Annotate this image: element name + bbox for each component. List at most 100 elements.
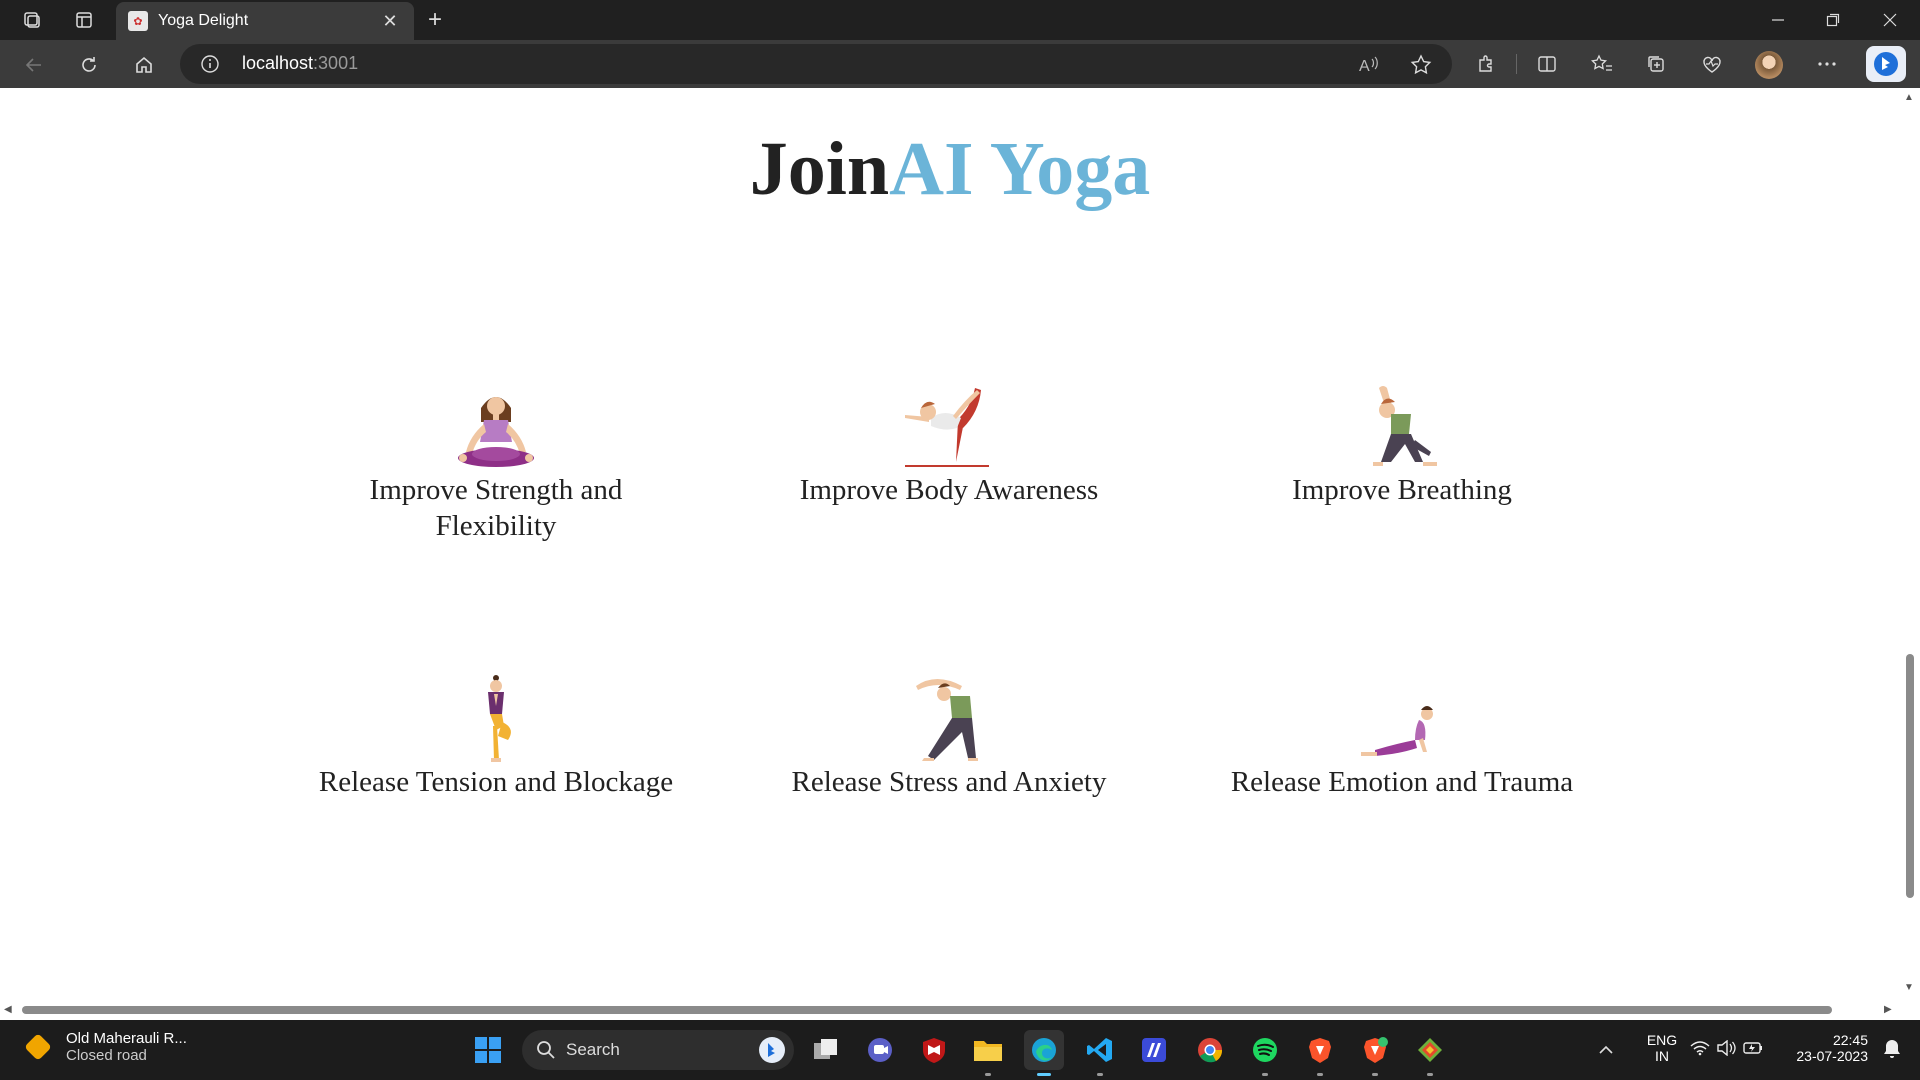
favorites-icon[interactable] (1586, 48, 1618, 80)
new-tab-icon[interactable]: + (420, 6, 450, 36)
wifi-icon[interactable] (1690, 1040, 1710, 1061)
language-indicator[interactable]: ENG IN (1632, 1032, 1692, 1064)
minimize-icon[interactable] (1758, 4, 1798, 36)
system-tray: ENG IN 22:45 23-07-2023 (1590, 1020, 1920, 1080)
show-hidden-icons-chevron-up-icon[interactable] (1598, 1042, 1614, 1060)
tree-pose-icon (316, 672, 676, 762)
scroll-right-icon[interactable]: ▶ (1884, 1004, 1892, 1015)
vscode-icon[interactable] (1080, 1030, 1120, 1076)
notification-bell-icon[interactable] (1882, 1038, 1902, 1065)
teams-chat-icon[interactable] (860, 1030, 900, 1070)
benefit-card-breathing: Improve Breathing (1222, 380, 1582, 508)
side-bend-pose-icon (769, 672, 1129, 762)
chrome-icon[interactable] (1190, 1030, 1230, 1070)
brave-profile-icon[interactable] (1355, 1030, 1395, 1076)
tab-title: Yoga Delight (158, 12, 249, 29)
clock-time: 22:45 (1832, 1032, 1868, 1048)
search-icon (537, 1041, 555, 1059)
benefit-label: Release Stress and Anxiety (791, 766, 1107, 798)
spotify-icon[interactable] (1245, 1030, 1285, 1076)
weather-widget[interactable]: Old Maherauli R... Closed road (24, 1030, 187, 1064)
page-heading: JoinAI Yoga (0, 126, 1900, 213)
benefit-card-strength: Improve Strength and Flexibility (316, 380, 676, 544)
volume-icon[interactable] (1716, 1039, 1736, 1061)
weather-subtitle: Closed road (66, 1047, 147, 1064)
favorite-star-icon[interactable] (1408, 52, 1434, 78)
windows-taskbar: Old Maherauli R... Closed road Search EN… (0, 1020, 1920, 1080)
benefit-label: Release Tension and Blockage (318, 766, 674, 798)
scroll-down-icon[interactable]: ▼ (1904, 982, 1914, 993)
restore-icon[interactable] (1813, 4, 1853, 36)
cobra-pose-icon (1222, 672, 1582, 762)
lotus-pose-icon (316, 380, 676, 470)
url-text: localhost:3001 (242, 53, 358, 74)
running-indicator (1097, 1073, 1103, 1076)
workspaces-icon[interactable] (18, 6, 46, 34)
scroll-left-icon[interactable]: ◀ (4, 1004, 12, 1015)
start-icon[interactable] (468, 1030, 508, 1070)
profile-avatar[interactable] (1755, 51, 1783, 79)
benefit-card-tension: Release Tension and Blockage (316, 672, 676, 800)
vertical-scrollbar[interactable]: ▲ ▼ (1900, 88, 1920, 1000)
road-warning-icon (24, 1033, 52, 1061)
scroll-up-icon[interactable]: ▲ (1904, 92, 1914, 103)
benefit-card-stress: Release Stress and Anxiety (769, 672, 1129, 800)
edge-icon[interactable] (1024, 1030, 1064, 1076)
bing-icon[interactable] (758, 1036, 786, 1069)
battery-charging-icon[interactable] (1742, 1039, 1764, 1062)
heading-join: Join (749, 127, 890, 211)
weather-title: Old Maherauli R... (66, 1030, 187, 1047)
copilot-icon[interactable] (1866, 46, 1906, 82)
back-icon[interactable] (18, 49, 50, 81)
gitkraken-icon[interactable] (1410, 1030, 1450, 1076)
benefit-label: Improve Breathing (1292, 474, 1512, 506)
extensions-icon[interactable] (1470, 48, 1502, 80)
clock-date: 23-07-2023 (1796, 1048, 1868, 1064)
dancer-pose-icon (769, 380, 1129, 470)
region-code: IN (1655, 1048, 1669, 1064)
collections-icon[interactable] (1640, 48, 1672, 80)
toolbar-separator (1516, 54, 1517, 74)
active-indicator (1037, 1073, 1051, 1076)
home-icon[interactable] (128, 49, 160, 81)
file-explorer-icon[interactable] (968, 1030, 1008, 1076)
running-indicator (1427, 1073, 1433, 1076)
url-port: :3001 (313, 53, 359, 73)
benefit-label: Improve Body Awareness (799, 474, 1099, 506)
close-tab-icon[interactable]: ✕ (378, 11, 402, 32)
more-options-icon[interactable] (1811, 48, 1843, 80)
taskbar-search[interactable]: Search (522, 1030, 794, 1070)
page-content: JoinAI Yoga Improve Strength and Flexibi… (0, 88, 1900, 1000)
task-view-icon[interactable] (806, 1030, 846, 1070)
clock[interactable]: 22:45 23-07-2023 (1778, 1032, 1868, 1064)
browser-tab-bar: ✿ Yoga Delight ✕ + (0, 0, 1920, 40)
heading-ai-yoga: AI Yoga (889, 127, 1151, 211)
site-favicon: ✿ (128, 11, 148, 31)
horizontal-scrollbar[interactable]: ◀ ▶ (0, 1000, 1900, 1020)
running-indicator (1372, 1073, 1378, 1076)
read-aloud-icon[interactable]: A (1356, 52, 1382, 78)
lunge-pose-icon (1222, 380, 1582, 470)
benefit-label: Release Emotion and Trauma (1230, 766, 1574, 798)
close-window-icon[interactable] (1870, 4, 1910, 36)
address-bar[interactable]: localhost:3001 A (180, 44, 1452, 84)
horizontal-scroll-thumb[interactable] (22, 1006, 1832, 1014)
brave-icon[interactable] (1300, 1030, 1340, 1076)
tab-actions-icon[interactable] (70, 6, 98, 34)
browser-toolbar: localhost:3001 A (0, 40, 1920, 88)
vertical-scroll-thumb[interactable] (1906, 654, 1914, 898)
power-automate-icon[interactable] (1134, 1030, 1174, 1070)
benefit-label: Improve Strength and Flexibility (369, 474, 623, 542)
search-label: Search (566, 1040, 620, 1059)
browser-essentials-icon[interactable] (1696, 48, 1728, 80)
tab-yoga-delight[interactable]: ✿ Yoga Delight ✕ (116, 2, 414, 40)
svg-text:A: A (1359, 58, 1370, 75)
url-host: localhost (242, 53, 314, 73)
running-indicator (985, 1073, 991, 1076)
split-screen-icon[interactable] (1531, 48, 1563, 80)
site-info-icon[interactable] (200, 54, 220, 79)
refresh-icon[interactable] (73, 49, 105, 81)
mcafee-icon[interactable] (914, 1030, 954, 1070)
running-indicator (1317, 1073, 1323, 1076)
benefit-card-emotion: Release Emotion and Trauma (1222, 672, 1582, 800)
